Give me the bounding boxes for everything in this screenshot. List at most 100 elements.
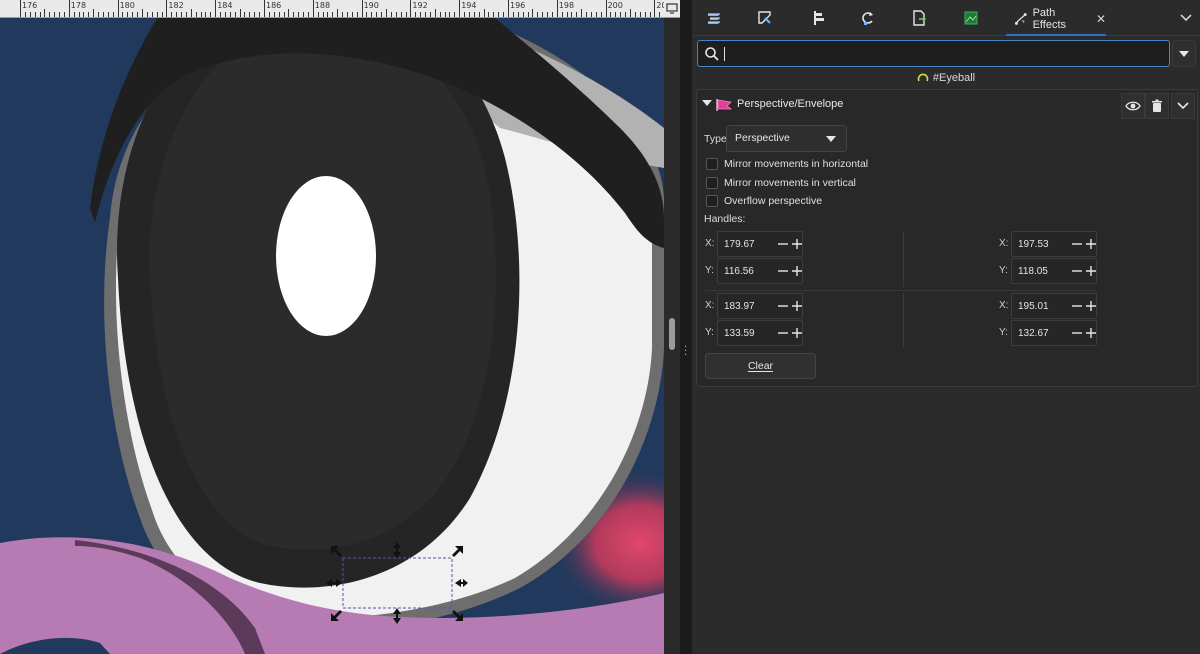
search-box[interactable] bbox=[697, 40, 1170, 67]
top-right-y-field[interactable]: 118.05 bbox=[1011, 258, 1097, 284]
increment-button[interactable] bbox=[790, 262, 804, 280]
decrement-button[interactable] bbox=[776, 262, 790, 280]
handles-divider bbox=[903, 293, 904, 348]
decrement-button[interactable] bbox=[776, 235, 790, 253]
decrement-button[interactable] bbox=[776, 324, 790, 342]
bottom-left-y-value[interactable]: 133.59 bbox=[724, 328, 755, 339]
horizontal-ruler[interactable]: 176 178 180 182 184 186 188 190 192 194 196 198 200 2… bbox=[0, 0, 664, 18]
panel-splitter[interactable]: · · · bbox=[680, 0, 692, 654]
bottom-left-x-value[interactable]: 183.97 bbox=[724, 301, 755, 312]
tab-path-effects[interactable]: Path Effects ✕ bbox=[1006, 4, 1106, 36]
plus-icon bbox=[792, 301, 802, 311]
mirror-horizontal-checkbox[interactable]: Mirror movements in horizontal bbox=[706, 156, 868, 172]
tab-image[interactable] bbox=[961, 8, 981, 28]
decrement-button[interactable] bbox=[1070, 235, 1084, 253]
add-effect-menu-button[interactable] bbox=[1172, 40, 1196, 67]
ruler-tick bbox=[620, 12, 622, 17]
ruler-tick bbox=[39, 12, 41, 17]
search-input[interactable] bbox=[724, 44, 1164, 64]
ruler-tick bbox=[454, 12, 456, 17]
ruler-tick bbox=[327, 12, 329, 17]
ruler-tick bbox=[156, 12, 158, 17]
x-axis-label: X: bbox=[999, 300, 1009, 311]
toggle-visibility-button[interactable] bbox=[1121, 93, 1145, 119]
ruler-tick bbox=[239, 9, 241, 17]
bottom-right-y-field[interactable]: 132.67 bbox=[1011, 320, 1097, 346]
collapse-triangle-icon[interactable] bbox=[702, 100, 712, 106]
fill-stroke-icon bbox=[758, 11, 771, 24]
increment-button[interactable] bbox=[1084, 235, 1098, 253]
ruler-tick bbox=[317, 12, 319, 17]
checkbox-box[interactable] bbox=[706, 158, 718, 170]
ruler-tick bbox=[478, 12, 480, 17]
decrement-button[interactable] bbox=[1070, 262, 1084, 280]
increment-button[interactable] bbox=[1084, 324, 1098, 342]
image-icon bbox=[964, 11, 978, 25]
ruler-tick bbox=[244, 12, 246, 17]
ruler-tick bbox=[420, 12, 422, 17]
decrement-button[interactable] bbox=[776, 297, 790, 315]
ruler-tick bbox=[44, 9, 46, 17]
ruler-tick bbox=[517, 12, 519, 17]
decrement-button[interactable] bbox=[1070, 297, 1084, 315]
overflow-perspective-checkbox[interactable]: Overflow perspective bbox=[706, 193, 822, 209]
top-left-y-field[interactable]: 116.56 bbox=[717, 258, 803, 284]
ruler-tick bbox=[366, 12, 368, 17]
top-left-x-field[interactable]: 179.67 bbox=[717, 231, 803, 257]
increment-button[interactable] bbox=[1084, 297, 1098, 315]
tab-close-icon[interactable]: ✕ bbox=[1096, 12, 1106, 26]
type-dropdown[interactable]: Perspective bbox=[726, 125, 847, 152]
delete-effect-button[interactable] bbox=[1145, 93, 1169, 119]
top-right-x-field[interactable]: 197.53 bbox=[1011, 231, 1097, 257]
ruler-tick bbox=[151, 12, 153, 17]
clear-button[interactable]: Clear bbox=[705, 353, 816, 379]
layers-icon bbox=[708, 13, 720, 24]
tab-transform[interactable] bbox=[858, 8, 878, 28]
bottom-right-y-value[interactable]: 132.67 bbox=[1018, 328, 1049, 339]
checkbox-box[interactable] bbox=[706, 195, 718, 207]
ruler-tick bbox=[351, 12, 353, 17]
ruler-tick bbox=[63, 12, 65, 17]
tab-export[interactable] bbox=[909, 8, 929, 28]
decrement-button[interactable] bbox=[1070, 324, 1084, 342]
tab-align[interactable] bbox=[807, 8, 827, 28]
scrollbar-thumb[interactable] bbox=[669, 318, 675, 350]
ruler-tick bbox=[581, 9, 583, 17]
increment-button[interactable] bbox=[790, 235, 804, 253]
ruler-tick bbox=[547, 12, 549, 17]
ruler-tick bbox=[449, 12, 451, 17]
plus-icon bbox=[792, 266, 802, 276]
ruler-tick bbox=[254, 12, 256, 17]
bottom-left-x-field[interactable]: 183.97 bbox=[717, 293, 803, 319]
bottom-right-x-value[interactable]: 195.01 bbox=[1018, 301, 1049, 312]
mirror-vertical-checkbox[interactable]: Mirror movements in vertical bbox=[706, 175, 856, 191]
chevron-down-icon bbox=[1180, 14, 1192, 22]
vertical-scrollbar[interactable] bbox=[664, 18, 680, 654]
tab-fill-stroke[interactable] bbox=[755, 8, 775, 28]
top-left-y-value[interactable]: 116.56 bbox=[724, 266, 754, 277]
ruler-label: 192 bbox=[412, 1, 428, 10]
drawing-canvas[interactable] bbox=[0, 18, 664, 654]
ruler-tick bbox=[503, 12, 505, 17]
tab-layers[interactable] bbox=[704, 8, 724, 28]
bottom-right-x-field[interactable]: 195.01 bbox=[1011, 293, 1097, 319]
ruler-tick bbox=[630, 9, 631, 17]
increment-button[interactable] bbox=[790, 297, 804, 315]
ruler-tick bbox=[49, 12, 51, 17]
top-right-y-value[interactable]: 118.05 bbox=[1018, 266, 1048, 277]
ruler-tick bbox=[342, 12, 344, 17]
increment-button[interactable] bbox=[1084, 262, 1098, 280]
bottom-left-y-field[interactable]: 133.59 bbox=[717, 320, 803, 346]
effect-options-button[interactable] bbox=[1171, 93, 1195, 119]
top-right-x-value[interactable]: 197.53 bbox=[1018, 239, 1049, 250]
increment-button[interactable] bbox=[790, 324, 804, 342]
top-left-x-value[interactable]: 179.67 bbox=[724, 239, 755, 250]
ruler-label: 188 bbox=[314, 1, 331, 10]
y-axis-label: Y: bbox=[999, 327, 1008, 338]
plus-icon bbox=[1086, 239, 1096, 249]
ruler-label: 186 bbox=[266, 1, 282, 10]
target-object: #Eyeball bbox=[692, 69, 1200, 87]
checkbox-box[interactable] bbox=[706, 177, 718, 189]
handles-label: Handles: bbox=[704, 213, 746, 225]
tab-menu-button[interactable] bbox=[1176, 8, 1196, 28]
